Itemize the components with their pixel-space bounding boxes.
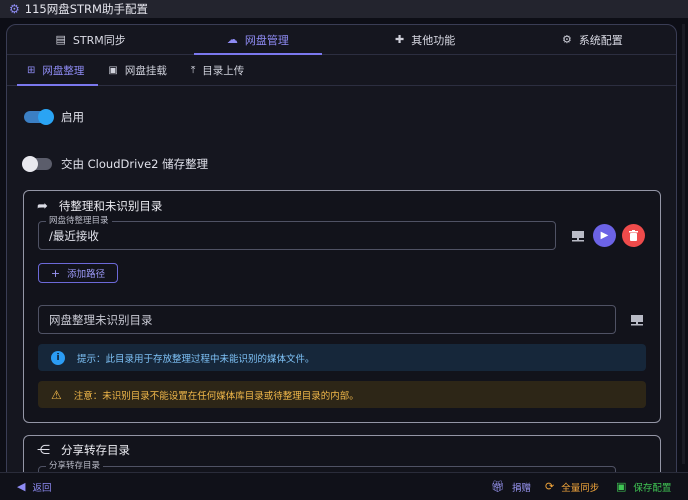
- subtab-label: 网盘挂载: [124, 65, 167, 77]
- enable-toggle-row: 启用: [24, 109, 84, 125]
- clouddrive2-switch[interactable]: [22, 156, 52, 172]
- info-alert: i 提示：此目录用于存放整理过程中未能识别的媒体文件。: [38, 344, 646, 371]
- run-organize-button[interactable]: ▶: [593, 224, 616, 247]
- add-path-label: 添加路径: [67, 269, 106, 280]
- card-header: ➦ 待整理和未识别目录: [37, 198, 162, 214]
- tab-system-config[interactable]: ⚙ 系统配置: [509, 25, 676, 54]
- enable-label: 启用: [61, 110, 84, 124]
- clouddrive2-label: 交由 CloudDrive2 储存整理: [61, 157, 209, 171]
- warning-alert-text: 注意：未识别目录不能设置在任何媒体库目录或待整理目录的内部。: [73, 390, 359, 402]
- unrecognized-dir-input[interactable]: [39, 306, 615, 333]
- trash-icon: [629, 230, 638, 241]
- pending-path-field: 网盘待整理目录: [38, 216, 556, 250]
- back-button[interactable]: ◀ 返回: [17, 480, 51, 494]
- tab-strm-sync[interactable]: ▤ STRM同步: [7, 25, 174, 54]
- tab-label: 系统配置: [578, 33, 623, 47]
- sitemap-icon: ⊞: [27, 65, 36, 76]
- save-config-button[interactable]: ▣ 保存配置: [616, 480, 671, 494]
- subtab-label: 网盘整理: [42, 65, 85, 77]
- field-legend: 网盘待整理目录: [46, 216, 112, 226]
- delete-path-button[interactable]: [622, 224, 645, 247]
- save-config-label: 保存配置: [633, 482, 672, 494]
- card-title: 分享转存目录: [61, 443, 130, 457]
- folder-network-icon[interactable]: [629, 312, 645, 328]
- window-titlebar: ⚙ 115网盘STRM助手配置: [0, 0, 688, 18]
- plus-icon: +: [50, 266, 61, 280]
- add-path-button[interactable]: + 添加路径: [38, 263, 118, 283]
- gear-icon: ⚙: [9, 2, 20, 16]
- save-icon: ▣: [616, 480, 627, 493]
- field-legend: 分享转存目录: [46, 461, 104, 471]
- pending-directories-card: ➦ 待整理和未识别目录 网盘待整理目录 ▶ + 添加路径 i 提示：此目录用于: [23, 190, 661, 423]
- file-icon: ▤: [55, 33, 66, 46]
- arrow-left-icon: ◀: [17, 480, 26, 493]
- enable-switch[interactable]: [24, 109, 54, 125]
- back-label: 返回: [32, 482, 52, 494]
- donate-label: 捐赠: [511, 482, 531, 494]
- tab-label: STRM同步: [72, 33, 126, 47]
- donate-button[interactable]: 🎁︎ 捐赠: [491, 480, 531, 494]
- switch-knob: [22, 156, 38, 172]
- tab-label: 其他功能: [411, 33, 456, 47]
- info-icon: i: [51, 350, 65, 365]
- subtab-cloud-mount[interactable]: ▣ 网盘挂载: [98, 56, 180, 85]
- folder-move-icon: ➦: [37, 198, 48, 214]
- tab-cloud-management[interactable]: ☁ 网盘管理: [174, 25, 341, 55]
- subtab-directory-upload[interactable]: ⤒ 目录上传: [181, 56, 258, 85]
- switch-knob: [38, 109, 54, 125]
- upload-icon: ⤒: [190, 65, 196, 76]
- monitor-icon: ▣: [108, 65, 118, 76]
- unrecognized-dir-field: [38, 305, 616, 334]
- main-tabs: ▤ STRM同步 ☁ 网盘管理 ✚ 其他功能 ⚙ 系统配置: [7, 25, 676, 55]
- window-title: 115网盘STRM助手配置: [24, 2, 148, 16]
- subtab-label: 目录上传: [202, 65, 245, 77]
- cloud-icon: ☁: [226, 33, 238, 46]
- footer-bar: ◀ 返回 🎁︎ 捐赠 ⟳ 全量同步 ▣ 保存配置: [0, 472, 688, 500]
- sub-tabs: ⊞ 网盘整理 ▣ 网盘挂载 ⤒ 目录上传: [7, 56, 676, 86]
- full-sync-button[interactable]: ⟳ 全量同步: [545, 480, 599, 494]
- folder-network-icon[interactable]: [570, 228, 586, 244]
- play-icon: ▶: [600, 230, 609, 241]
- gear-icon: ⚙: [561, 33, 572, 46]
- tab-label: 网盘管理: [244, 33, 289, 47]
- full-sync-label: 全量同步: [561, 482, 600, 494]
- card-title: 待整理和未识别目录: [58, 199, 163, 213]
- info-alert-text: 提示：此目录用于存放整理过程中未能识别的媒体文件。: [77, 353, 315, 365]
- gift-icon: 🎁︎: [491, 480, 505, 493]
- pending-path-input[interactable]: [39, 222, 555, 249]
- clouddrive2-toggle-row: 交由 CloudDrive2 储存整理: [22, 156, 209, 172]
- sync-icon: ⟳: [545, 480, 555, 493]
- subtab-cloud-organize[interactable]: ⊞ 网盘整理: [17, 56, 99, 86]
- tab-other-features[interactable]: ✚ 其他功能: [342, 25, 509, 54]
- warning-icon: ⚠: [51, 387, 62, 402]
- scrollbar[interactable]: [682, 24, 685, 464]
- config-dialog: ▤ STRM同步 ☁ 网盘管理 ✚ 其他功能 ⚙ 系统配置 ⊞ 网盘整理 ▣ 网…: [6, 24, 677, 494]
- share-icon: ⋲: [37, 442, 50, 458]
- warning-alert: ⚠ 注意：未识别目录不能设置在任何媒体库目录或待整理目录的内部。: [38, 381, 646, 408]
- puzzle-icon: ✚: [395, 33, 405, 46]
- card-header: ⋲ 分享转存目录: [37, 442, 130, 458]
